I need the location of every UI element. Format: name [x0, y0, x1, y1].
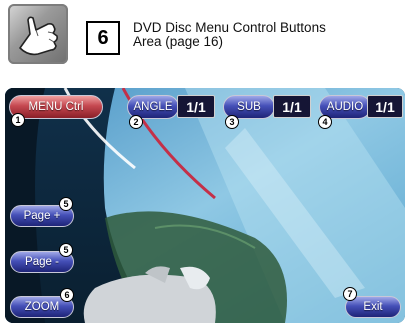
step-number-box: 6	[86, 21, 120, 55]
hand-touch-icon-tile	[8, 4, 68, 64]
angle-value: 1/1	[177, 95, 215, 118]
dvd-playback-screen: MENU Ctrl ANGLE 1/1 SUB 1/1 AUDIO 1/1 Pa…	[5, 88, 405, 323]
callout-4: 4	[318, 115, 332, 129]
hand-pointing-icon	[19, 16, 58, 56]
callout-1: 1	[11, 113, 25, 127]
callout-5-page-plus: 5	[59, 197, 73, 211]
step-description-line1: DVD Disc Menu Control Buttons	[133, 20, 326, 35]
callout-6: 6	[60, 288, 74, 302]
sub-value: 1/1	[273, 95, 311, 118]
callout-7: 7	[343, 287, 357, 301]
callout-2: 2	[129, 115, 143, 129]
callout-5-page-minus: 5	[59, 243, 73, 257]
step-description: DVD Disc Menu Control Buttons Area (page…	[133, 21, 403, 49]
audio-value: 1/1	[367, 95, 403, 118]
callout-3: 3	[225, 115, 239, 129]
step-description-line2: Area (page 16)	[133, 34, 224, 49]
